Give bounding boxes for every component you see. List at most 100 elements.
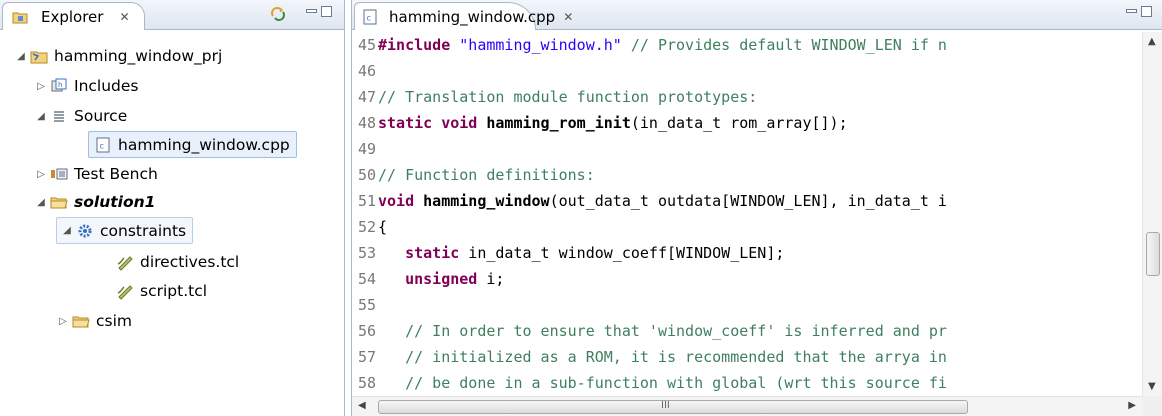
tree-item-label: script.tcl: [140, 282, 208, 300]
tree-item-directives[interactable]: directives.tcl: [114, 248, 239, 276]
svg-text:c: c: [367, 13, 371, 22]
tree-item-label: Source: [74, 107, 128, 125]
tree-item-csim[interactable]: ▷ csim: [56, 307, 132, 335]
code-line[interactable]: 53 static in_data_t window_coeff[WINDOW_…: [352, 240, 784, 266]
code-token: (out_data_t outdata[WINDOW_LEN], in_data…: [549, 192, 947, 210]
vertical-scrollbar[interactable]: ▲ ▼: [1142, 32, 1162, 396]
explorer-tab[interactable]: Explorer ✕: [2, 2, 145, 30]
vertical-scroll-thumb[interactable]: [1146, 232, 1160, 276]
tcl-script-icon: [116, 253, 134, 271]
line-number: 49: [357, 140, 376, 158]
code-token: #include: [378, 36, 451, 54]
tree-item-script[interactable]: script.tcl: [114, 277, 207, 305]
tree-item-label: hamming_window_prj: [54, 47, 223, 65]
explorer-tab-label: Explorer: [41, 7, 104, 26]
expanded-arrow-icon[interactable]: ◢: [34, 197, 48, 208]
close-icon[interactable]: ✕: [563, 10, 573, 24]
code-line[interactable]: 51 void hamming_window (out_data_t outdata…: [352, 188, 947, 214]
minimize-icon[interactable]: [306, 9, 317, 13]
includes-icon: h: [50, 77, 68, 95]
editor-tab[interactable]: c hamming_window.cpp ✕: [354, 2, 573, 30]
collapsed-arrow-icon[interactable]: ▷: [34, 81, 48, 92]
horizontal-scroll-thumb[interactable]: III: [378, 400, 968, 414]
code-line[interactable]: 48 static void hamming_rom_init (in_data_t…: [352, 110, 848, 136]
close-icon[interactable]: ✕: [119, 10, 129, 24]
code-editor[interactable]: 45 #include "hamming_window.h" // Provide…: [352, 32, 1142, 396]
code-line[interactable]: 47// Translation module function prototy…: [352, 84, 757, 110]
explorer-window-controls: [306, 6, 332, 17]
code-line[interactable]: 54 unsigned i;: [352, 266, 505, 292]
tree-item-label: hamming_window.cpp: [118, 135, 290, 154]
svg-text:h: h: [58, 81, 62, 89]
scroll-right-icon[interactable]: ▶: [1128, 400, 1136, 411]
tree-item-project[interactable]: ◢ hamming_window_prj: [14, 42, 222, 70]
scroll-left-icon[interactable]: ◀: [358, 400, 366, 411]
explorer-panel: Explorer ✕ ◢ hamming_window_prj ▷ h Incl…: [0, 0, 345, 416]
line-number: 45: [357, 36, 376, 54]
code-line[interactable]: 55: [352, 292, 378, 318]
code-line[interactable]: 46: [352, 58, 378, 84]
expanded-arrow-icon[interactable]: ◢: [60, 225, 74, 236]
line-number: 57: [357, 348, 376, 366]
code-line[interactable]: 50// Function definitions:: [352, 162, 595, 188]
tree-item-constraints[interactable]: ◢ constraints: [56, 217, 194, 244]
tree-item-source-file[interactable]: c hamming_window.cpp: [88, 131, 297, 158]
tree-item-label: Test Bench: [74, 165, 158, 183]
maximize-icon[interactable]: [321, 6, 332, 17]
code-token: {: [378, 218, 388, 236]
tcl-script-icon: [116, 282, 134, 300]
code-token: // Translation module function prototype…: [378, 88, 758, 106]
line-number: 46: [357, 62, 376, 80]
line-number: 54: [357, 270, 376, 288]
tree-item-source[interactable]: ◢ Source: [34, 102, 127, 130]
link-with-editor-icon[interactable]: [270, 6, 286, 22]
tree-item-test-bench[interactable]: ▷ Test Bench: [34, 160, 158, 188]
line-number: 47: [357, 88, 376, 106]
code-token: (in_data_t rom_array[]);: [630, 114, 848, 132]
scroll-up-icon[interactable]: ▲: [1148, 36, 1156, 47]
code-line[interactable]: 52{: [352, 214, 387, 240]
line-number: 55: [357, 296, 376, 314]
collapsed-arrow-icon[interactable]: ▷: [56, 316, 70, 327]
scroll-grip: III: [661, 400, 670, 411]
tree-item-solution[interactable]: ◢ solution1: [34, 188, 155, 216]
code-line[interactable]: 57 // initialized as a ROM, it is recomm…: [352, 344, 947, 370]
tree-item-label: constraints: [100, 221, 187, 240]
maximize-icon[interactable]: [1141, 6, 1152, 17]
code-token: hamming_rom_init: [486, 114, 631, 132]
explorer-tabbar: Explorer ✕: [0, 0, 344, 30]
code-line[interactable]: 58 // be done in a sub-function with glo…: [352, 370, 947, 396]
code-token: // Provides default WINDOW_LEN if n: [621, 36, 947, 54]
code-token: // In order to ensure that 'window_coeff…: [378, 322, 947, 340]
code-token: static void: [378, 114, 487, 132]
expanded-arrow-icon[interactable]: ◢: [14, 51, 28, 62]
expanded-arrow-icon[interactable]: ◢: [34, 111, 48, 122]
explorer-folder-icon: [11, 8, 29, 26]
test-bench-icon: [50, 165, 68, 183]
tree-item-label: solution1: [74, 193, 156, 211]
cpp-file-icon: c: [94, 136, 112, 154]
gear-icon: [76, 222, 94, 240]
tree-item-label: csim: [96, 312, 133, 330]
collapsed-arrow-icon[interactable]: ▷: [34, 169, 48, 180]
editor-panel: c hamming_window.cpp ✕ 45 #include "hammi…: [351, 0, 1162, 416]
horizontal-scrollbar[interactable]: ◀ III ▶: [352, 396, 1142, 416]
scroll-down-icon[interactable]: ▼: [1148, 381, 1156, 392]
code-token: hamming_window: [423, 192, 550, 210]
tree-item-label: directives.tcl: [140, 253, 240, 271]
editor-window-controls: [1126, 6, 1152, 17]
code-line[interactable]: 56 // In order to ensure that 'window_co…: [352, 318, 947, 344]
editor-tabbar: c hamming_window.cpp ✕: [352, 0, 1162, 30]
line-number: 56: [357, 322, 376, 340]
minimize-icon[interactable]: [1126, 9, 1137, 13]
code-line[interactable]: 45 #include "hamming_window.h" // Provide…: [352, 32, 947, 58]
tree-item-includes[interactable]: ▷ h Includes: [34, 72, 138, 100]
scroll-corner: [1142, 396, 1162, 416]
code-token: static: [405, 244, 460, 262]
folder-icon: [72, 312, 90, 330]
code-token: void: [378, 192, 424, 210]
code-line[interactable]: 49: [352, 136, 378, 162]
line-number: 48: [357, 114, 376, 132]
